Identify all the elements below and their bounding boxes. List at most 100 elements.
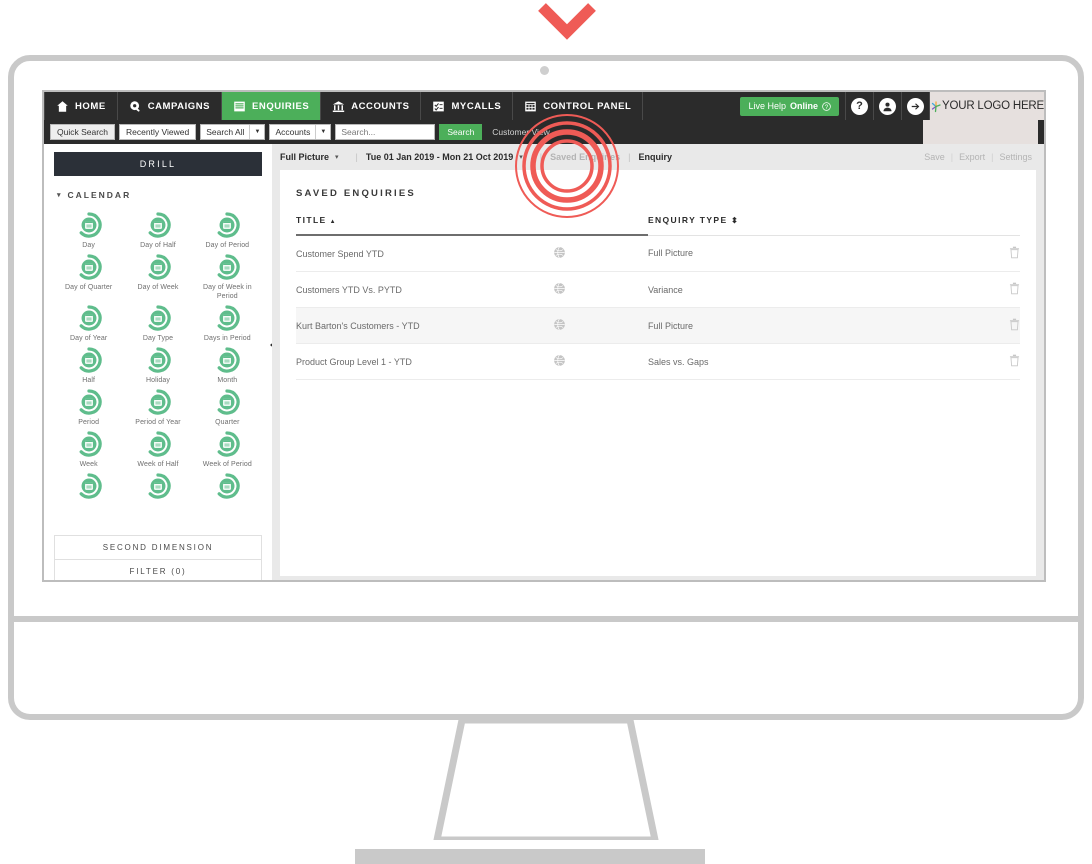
dimension-day-of-year[interactable]: Day of Year (54, 305, 123, 343)
trash-icon (1009, 246, 1020, 258)
nav-item-home[interactable]: HOME (44, 92, 118, 120)
globe-icon (554, 246, 566, 259)
dimension-day-type[interactable]: Day Type (123, 305, 192, 343)
dimension-week[interactable]: Week (54, 431, 123, 469)
calendar-dimension-grid: Day Day of Half Day of Period Day of Qua… (54, 212, 262, 502)
table-row[interactable]: Kurt Barton's Customers - YTD Full Pictu… (296, 307, 1020, 344)
customer-view-link[interactable]: Customer View (492, 127, 549, 137)
dimension-period-of-year[interactable]: Period of Year (123, 389, 192, 427)
cell-visibility[interactable] (471, 271, 648, 308)
cell-delete[interactable] (979, 343, 1020, 380)
calendar-section-header[interactable]: ▾ CALENDAR (57, 190, 262, 200)
cell-enquiry-type: Full Picture (647, 307, 980, 344)
breadcrumb-separator: | (539, 152, 543, 162)
dimension-label: Half (82, 377, 96, 384)
dimension-day-of-period[interactable]: Day of Period (193, 212, 262, 250)
column-header-title[interactable]: TITLE (296, 215, 648, 236)
cell-visibility[interactable] (471, 307, 648, 344)
search-button[interactable]: Search (439, 124, 483, 140)
breadcrumb-saved-enquiries[interactable]: Saved Enquiries (550, 152, 620, 162)
search-entity-select[interactable]: Accounts ▼ (269, 124, 332, 140)
cell-visibility[interactable] (471, 343, 648, 380)
chevron-down-icon: ▾ (57, 192, 63, 199)
search-input[interactable] (335, 124, 436, 140)
live-help-status-icon: ? (822, 101, 831, 111)
globe-icon (554, 282, 566, 295)
table-row[interactable]: Customer Spend YTD Full Picture (296, 235, 1020, 272)
dimension-day-of-week-in-period[interactable]: Day of Week in Period (193, 254, 262, 301)
table-row[interactable]: Product Group Level 1 - YTD Sales vs. Ga… (296, 343, 1020, 380)
cell-title: Customer Spend YTD (296, 235, 472, 272)
cell-delete[interactable] (979, 235, 1020, 272)
nav-item-campaigns[interactable]: CAMPAIGNS (118, 92, 223, 120)
dimension-extra-1[interactable] (54, 473, 123, 502)
user-avatar-icon (879, 97, 896, 115)
user-account-button[interactable] (873, 92, 901, 120)
breadcrumb-date-range[interactable]: Tue 01 Jan 2019 - Mon 21 Oct 2019 (366, 152, 513, 162)
dimension-quarter[interactable]: Quarter (193, 389, 262, 427)
nav-label-control-panel: CONTROL PANEL (543, 100, 632, 112)
dimension-week-of-half[interactable]: Week of Half (123, 431, 192, 469)
nav-item-control-panel[interactable]: CONTROL PANEL (513, 92, 644, 120)
bank-icon (333, 100, 345, 112)
search-scope-select[interactable]: Search All ▼ (200, 124, 266, 140)
column-header-enquiry-type[interactable]: ENQUIRY TYPE (647, 215, 980, 236)
chevron-down-icon[interactable]: ▾ (519, 153, 523, 161)
recently-viewed-button[interactable]: Recently Viewed (119, 124, 197, 140)
dimension-label: Week (79, 461, 98, 468)
trash-icon (1009, 318, 1020, 331)
dimension-month[interactable]: Month (193, 347, 262, 385)
sidebar-footer: SECOND DIMENSION FILTER (0) (54, 535, 262, 580)
help-button[interactable]: ? (845, 92, 873, 120)
export-button[interactable]: Export (959, 152, 985, 162)
quick-search-button[interactable]: Quick Search (50, 124, 116, 140)
dimension-day-of-half[interactable]: Day of Half (123, 212, 192, 250)
dimension-day[interactable]: Day (54, 212, 123, 250)
cell-delete[interactable] (979, 271, 1020, 308)
nav-label-campaigns: CAMPAIGNS (147, 100, 211, 112)
nav-item-enquiries[interactable]: ENQUIRIES (222, 92, 322, 120)
breadcrumb-separator: | (355, 152, 358, 162)
monitor-chin (8, 622, 1084, 720)
calendar-icon (217, 431, 240, 457)
cell-visibility[interactable] (471, 235, 648, 272)
action-separator: | (950, 152, 954, 162)
cell-delete[interactable] (979, 307, 1020, 344)
settings-button[interactable]: Settings (999, 152, 1032, 162)
save-button[interactable]: Save (924, 152, 945, 162)
nav-item-accounts[interactable]: ACCOUNTS (321, 92, 422, 120)
dimension-days-in-period[interactable]: Days in Period (193, 305, 262, 343)
cell-title: Kurt Barton's Customers - YTD (296, 307, 472, 344)
dimension-week-of-period[interactable]: Week of Period (193, 431, 262, 469)
dimension-holiday[interactable]: Holiday (123, 347, 192, 385)
webcam-dot (540, 66, 549, 75)
home-icon (57, 100, 68, 112)
dimension-half[interactable]: Half (54, 347, 123, 385)
table-row[interactable]: Customers YTD Vs. PYTD Variance (296, 271, 1020, 308)
logout-button[interactable] (901, 92, 929, 120)
breadcrumb-enquiry[interactable]: Enquiry (639, 152, 673, 162)
dimension-label: Day of Week (137, 284, 179, 291)
second-dimension-button[interactable]: SECOND DIMENSION (54, 535, 262, 560)
dimension-label: Day of Period (205, 242, 250, 249)
live-help-prefix: Live Help (748, 101, 786, 111)
dimension-extra-3[interactable] (193, 473, 262, 502)
dimension-day-of-quarter[interactable]: Day of Quarter (54, 254, 123, 301)
dimension-extra-2[interactable] (123, 473, 192, 502)
search-scope-value: Search All (206, 127, 245, 137)
enquiries-icon (234, 101, 245, 111)
drill-button[interactable]: DRILL (54, 152, 262, 176)
nav-item-mycalls[interactable]: MYCALLS (421, 92, 514, 120)
live-help-button[interactable]: Live Help Online ? (740, 96, 839, 116)
dimension-label: Day Type (142, 335, 174, 342)
panel-title: SAVED ENQUIRIES (296, 188, 416, 199)
filter-button[interactable]: FILTER (0) (54, 560, 262, 580)
dimension-day-of-week[interactable]: Day of Week (123, 254, 192, 301)
chevron-down-icon[interactable]: ▾ (335, 153, 339, 161)
dimension-period[interactable]: Period (54, 389, 123, 427)
calendar-icon (79, 431, 102, 457)
column-header-actions (979, 215, 1020, 236)
chevron-down-icon: ▼ (315, 125, 330, 139)
breadcrumb-view[interactable]: Full Picture (280, 152, 329, 162)
column-header-enquiry-type-label: ENQUIRY TYPE (648, 215, 739, 225)
